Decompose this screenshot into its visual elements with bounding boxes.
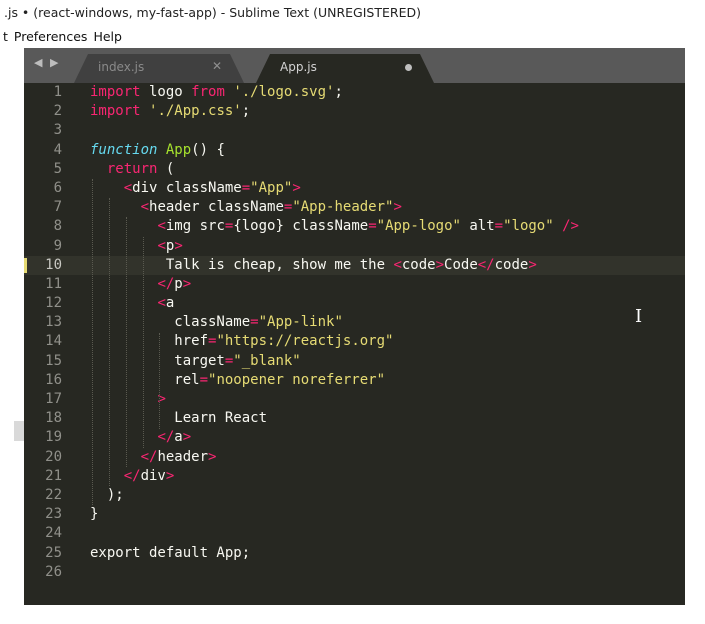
menu-bar: t Preferences Help bbox=[0, 26, 705, 48]
line-number: 17 bbox=[45, 391, 62, 407]
line-number: 9 bbox=[53, 237, 62, 254]
code-area[interactable]: 1 import logo from './logo.svg'; 2 import '… bbox=[24, 83, 685, 582]
line-number: 1 bbox=[53, 84, 62, 100]
line-number: 20 bbox=[45, 448, 62, 465]
line-content: <a bbox=[157, 295, 175, 312]
code-line[interactable]: 1 import logo from './logo.svg'; bbox=[24, 83, 685, 102]
line-content: <header className="App-header"> bbox=[140, 199, 402, 216]
close-icon[interactable]: ✕ bbox=[212, 59, 222, 73]
code-line[interactable]: 17 > bbox=[24, 390, 685, 409]
tab-app-js[interactable]: App.js bbox=[256, 54, 434, 83]
line-number: 21 bbox=[45, 467, 62, 484]
code-line[interactable]: 6 <div className="App"> bbox=[24, 179, 685, 198]
window-title: .js • (react-windows, my-fast-app) - Sub… bbox=[0, 0, 705, 26]
code-line[interactable]: 19 </a> bbox=[24, 428, 685, 447]
code-line[interactable]: 8 <img src={logo} className="App-logo" a… bbox=[24, 217, 685, 236]
line-content: <img src={logo} className="App-logo" alt… bbox=[157, 218, 579, 235]
code-line[interactable]: 11 </p> bbox=[24, 275, 685, 294]
code-line[interactable]: 14 href="https://reactjs.org" bbox=[24, 332, 685, 351]
line-content: href="https://reactjs.org" bbox=[90, 333, 394, 350]
line-number: 22 bbox=[45, 486, 62, 503]
line-content: ); bbox=[90, 486, 124, 503]
code-line[interactable]: 2 import './App.css'; bbox=[24, 102, 685, 121]
menu-item-help[interactable]: Help bbox=[90, 26, 125, 48]
line-content: </p> bbox=[157, 275, 192, 292]
line-content: </div> bbox=[123, 467, 175, 484]
code-line[interactable]: 23} bbox=[24, 505, 685, 524]
code-line[interactable]: 15 target="_blank" bbox=[24, 352, 685, 371]
text-cursor-icon: I bbox=[635, 306, 643, 327]
code-line[interactable]: 24 bbox=[24, 524, 685, 543]
line-number: 14 bbox=[45, 333, 62, 350]
menu-item-preferences[interactable]: Preferences bbox=[11, 26, 91, 48]
modified-dot-icon[interactable] bbox=[405, 64, 412, 71]
line-number: 24 bbox=[45, 525, 62, 542]
line-number: 2 bbox=[53, 103, 62, 120]
line-number: 19 bbox=[45, 429, 62, 446]
line-number: 18 bbox=[45, 410, 62, 427]
line-number: 13 bbox=[45, 314, 62, 331]
line-content: target="_blank" bbox=[90, 352, 301, 369]
editor-pane[interactable]: ◀ ▶ index.js ✕ App.js 1 import logo from … bbox=[24, 48, 685, 605]
line-content: import logo from './logo.svg'; bbox=[90, 84, 343, 100]
code-line[interactable]: 21 </div> bbox=[24, 467, 685, 486]
line-content: export default App; bbox=[90, 544, 251, 561]
line-number: 8 bbox=[53, 218, 62, 235]
code-line[interactable]: 10 Talk is cheap, show me the <code>Code… bbox=[24, 255, 685, 275]
line-number: 26 bbox=[45, 563, 62, 580]
code-line[interactable]: 5 return ( bbox=[24, 160, 685, 179]
line-content: className="App-link" bbox=[90, 314, 343, 331]
line-content: rel="noopener noreferrer" bbox=[90, 371, 386, 388]
line-content: Learn React bbox=[90, 410, 268, 427]
code-line[interactable]: 7 <header className="App-header"> bbox=[24, 198, 685, 217]
code-line[interactable]: 4 function App() { bbox=[24, 141, 685, 160]
line-number: 7 bbox=[53, 199, 62, 216]
tab-label: index.js bbox=[98, 60, 145, 74]
line-content: return ( bbox=[106, 160, 175, 177]
indent-guide bbox=[125, 217, 127, 467]
line-content: } bbox=[90, 506, 99, 523]
tab-label: App.js bbox=[280, 60, 317, 74]
line-number: 25 bbox=[45, 544, 62, 561]
line-content: Talk is cheap, show me the <code>Code</c… bbox=[90, 256, 537, 273]
line-number: 23 bbox=[45, 506, 62, 523]
line-content: import './App.css'; bbox=[90, 103, 251, 120]
indent-guide bbox=[92, 179, 93, 506]
line-number: 4 bbox=[53, 141, 62, 158]
menu-item-partial[interactable]: t bbox=[0, 26, 11, 48]
line-number: 10 bbox=[45, 256, 62, 273]
line-content: <p> bbox=[157, 237, 183, 254]
code-line[interactable]: 9 <p> bbox=[24, 237, 685, 256]
indent-guide bbox=[159, 332, 161, 429]
line-number: 15 bbox=[45, 352, 62, 369]
indent-guide bbox=[142, 236, 144, 448]
code-line[interactable]: 3 bbox=[24, 121, 685, 140]
minimap-marker bbox=[14, 421, 24, 441]
line-number: 12 bbox=[45, 295, 62, 312]
tab-index-js[interactable]: index.js ✕ bbox=[74, 54, 244, 83]
line-content: <div className="App"> bbox=[123, 179, 301, 196]
line-content: </a> bbox=[157, 429, 192, 446]
indent-guide bbox=[108, 198, 110, 487]
tab-bar: ◀ ▶ index.js ✕ App.js bbox=[24, 48, 685, 83]
line-number: 6 bbox=[53, 179, 62, 196]
code-line[interactable]: 25 export default App; bbox=[24, 544, 685, 563]
code-line[interactable]: 20 </header> bbox=[24, 448, 685, 467]
line-number: 11 bbox=[45, 275, 62, 292]
line-number: 3 bbox=[53, 122, 62, 139]
code-line[interactable]: 13 className="App-link" bbox=[24, 313, 685, 332]
line-content: > bbox=[157, 391, 166, 407]
line-number: 16 bbox=[45, 371, 62, 388]
tab-nav-arrows-icon[interactable]: ◀ ▶ bbox=[34, 56, 60, 69]
line-content: function App() { bbox=[90, 141, 225, 158]
code-line[interactable]: 26 bbox=[24, 563, 685, 582]
code-line[interactable]: 12 <a bbox=[24, 294, 685, 313]
code-line[interactable]: 18 Learn React bbox=[24, 409, 685, 428]
code-line[interactable]: 22 ); bbox=[24, 486, 685, 505]
line-number: 5 bbox=[53, 160, 62, 177]
code-line[interactable]: 16 rel="noopener noreferrer" bbox=[24, 371, 685, 390]
